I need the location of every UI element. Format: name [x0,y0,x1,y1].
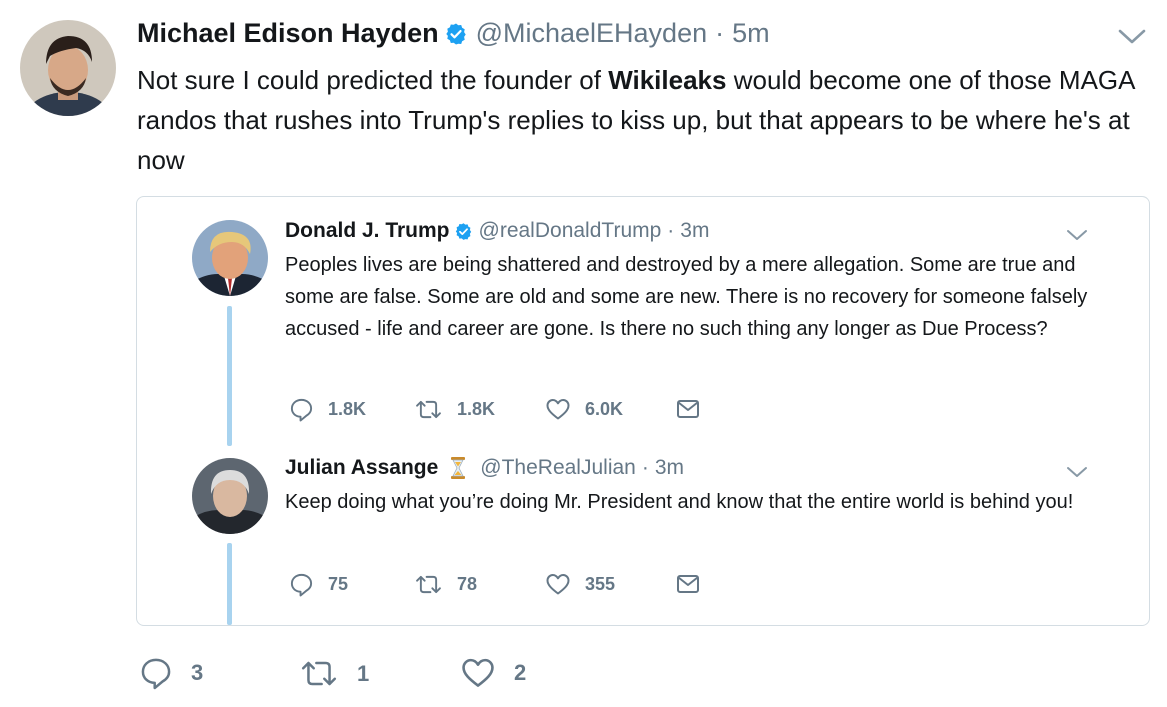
quoted-tweet-text: Keep doing what you’re doing Mr. Preside… [285,491,1074,513]
separator-dot: · [715,18,725,48]
like-button[interactable]: 2 [460,656,526,689]
verified-badge-icon [454,222,473,241]
verified-badge-icon [444,22,468,46]
more-options-chevron-down-icon[interactable] [1117,27,1147,47]
retweet-icon [414,574,443,595]
more-options-chevron-down-icon[interactable] [1066,465,1088,479]
heart-icon [460,656,496,689]
reply-icon [289,572,314,597]
reply-button[interactable]: 75 [289,572,348,597]
like-count: 6.0K [585,398,624,419]
retweet-icon [414,399,443,420]
author-handle[interactable]: @realDonaldTrump [479,219,662,243]
quoted-tweet-header: Julian Assange @TheRealJulian · 3m [285,456,684,480]
retweet-button[interactable]: 78 [414,574,477,595]
thread-connector-line [227,543,232,625]
tweet-text-bold: Wikileaks [608,65,727,95]
reply-icon [139,656,173,690]
reply-count: 75 [328,574,349,594]
direct-message-button[interactable] [676,574,700,594]
quoted-tweet-text: Peoples lives are being shattered and de… [285,254,1088,340]
main-tweet-avatar[interactable] [20,20,116,116]
direct-message-button[interactable] [676,399,700,419]
separator-dot: · [667,219,675,242]
envelope-icon [676,399,700,419]
author-handle[interactable]: @TheRealJulian [480,456,636,480]
author-name[interactable]: Julian Assange [285,456,438,480]
trump-avatar[interactable] [192,220,268,296]
like-button[interactable]: 6.0K [545,397,623,421]
like-count: 2 [514,659,527,685]
timestamp[interactable]: 5m [732,18,770,49]
like-count: 355 [585,573,616,594]
hourglass-emoji-icon [450,456,466,480]
retweet-count: 78 [457,574,478,594]
author-name[interactable]: Donald J. Trump [285,219,450,243]
thread-connector-line [227,306,232,446]
quoted-tweet-header: Donald J. Trump @realDonaldTrump · 3m [285,219,709,243]
retweet-icon [299,659,339,688]
main-tweet-header: Michael Edison Hayden @MichaelEHayden · … [137,18,770,49]
retweet-button[interactable]: 1 [299,659,369,688]
more-options-chevron-down-icon[interactable] [1066,228,1088,242]
retweet-count: 1 [357,660,370,686]
main-tweet-text: Not sure I could predicted the founder o… [137,60,1152,180]
reply-count: 1.8K [328,399,367,419]
reply-button[interactable]: 3 [139,656,203,690]
tweet-text-part: Not sure I could predicted the founder o… [137,65,609,95]
like-button[interactable]: 355 [545,572,615,596]
author-name[interactable]: Michael Edison Hayden [137,18,439,49]
author-handle[interactable]: @MichaelEHayden [476,18,708,49]
separator-dot: · [641,456,649,479]
reply-count: 3 [191,660,204,685]
assange-avatar[interactable] [192,458,268,534]
reply-icon [289,397,314,422]
timestamp[interactable]: 3m [680,219,709,243]
heart-icon [545,572,571,596]
timestamp[interactable]: 3m [655,456,684,480]
retweet-button[interactable]: 1.8K [414,399,495,420]
heart-icon [545,397,571,421]
envelope-icon [676,574,700,594]
retweet-count: 1.8K [457,399,496,419]
reply-button[interactable]: 1.8K [289,397,366,422]
